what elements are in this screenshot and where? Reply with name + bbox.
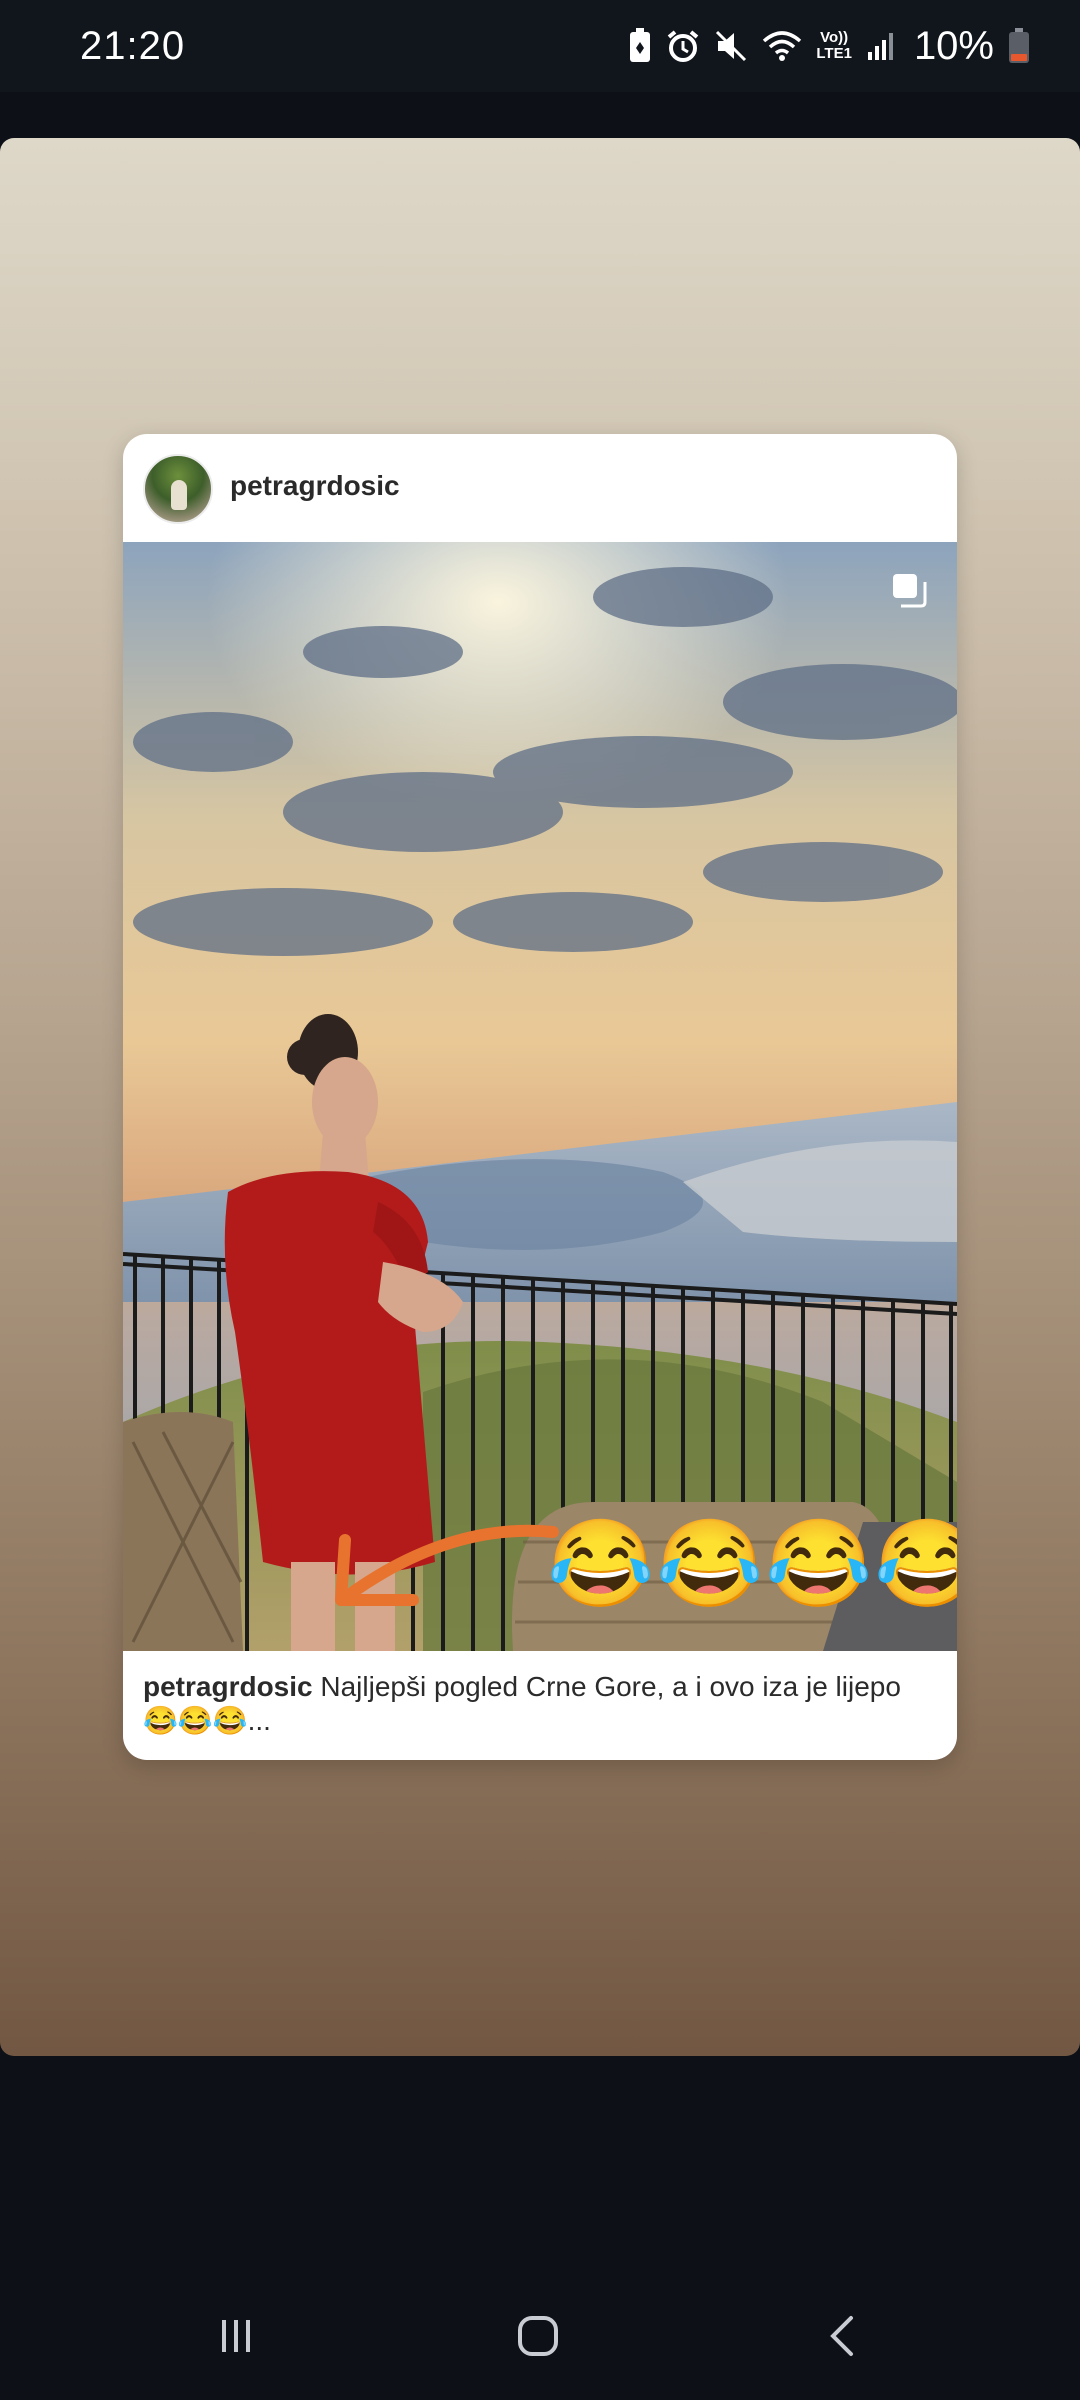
back-icon xyxy=(830,2316,853,2356)
battery-icon xyxy=(1008,28,1030,64)
shared-post-card[interactable]: petragrdosic 😂 😂 😂 😂 petragrdosic Najlje… xyxy=(123,434,957,1760)
laughing-emoji: 😂 xyxy=(656,1516,764,1612)
battery-saver-icon xyxy=(628,28,652,64)
story-panel[interactable]: petragrdosic 😂 😂 😂 😂 petragrdosic Najlje… xyxy=(0,138,1080,2056)
navigation-bar xyxy=(0,2200,1080,2400)
back-button[interactable] xyxy=(802,2310,882,2362)
wifi-icon xyxy=(762,29,802,63)
signal-icon xyxy=(866,30,896,62)
laughing-emoji: 😂 xyxy=(547,1516,655,1612)
post-caption[interactable]: petragrdosic Najljepši pogled Crne Gore,… xyxy=(143,1670,933,1738)
alarm-icon xyxy=(666,29,700,63)
multiple-photos-icon xyxy=(889,570,929,610)
avatar[interactable] xyxy=(143,454,213,524)
mute-icon xyxy=(714,29,748,63)
volte-icon: Vo)) LTE1 xyxy=(816,29,852,62)
post-username[interactable]: petragrdosic xyxy=(230,470,400,502)
caption-username[interactable]: petragrdosic xyxy=(143,1671,313,1702)
status-icons: Vo)) LTE1 10% xyxy=(628,22,1030,70)
status-bar: 21:20 Vo)) LTE1 10% xyxy=(0,0,1080,92)
recent-apps-icon xyxy=(222,2320,250,2352)
post-photo-scene xyxy=(123,542,957,1651)
home-icon xyxy=(518,2316,558,2356)
home-button[interactable] xyxy=(498,2310,578,2362)
post-header: petragrdosic xyxy=(123,434,957,542)
status-time: 21:20 xyxy=(80,24,186,68)
laughing-emoji: 😂 xyxy=(874,1516,957,1612)
recent-apps-button[interactable] xyxy=(196,2310,276,2362)
emoji-overlay: 😂 😂 😂 😂 xyxy=(547,1514,957,1614)
laughing-emoji: 😂 xyxy=(765,1516,873,1612)
post-photo[interactable]: 😂 😂 😂 😂 xyxy=(123,542,957,1651)
battery-percent: 10% xyxy=(913,23,994,68)
